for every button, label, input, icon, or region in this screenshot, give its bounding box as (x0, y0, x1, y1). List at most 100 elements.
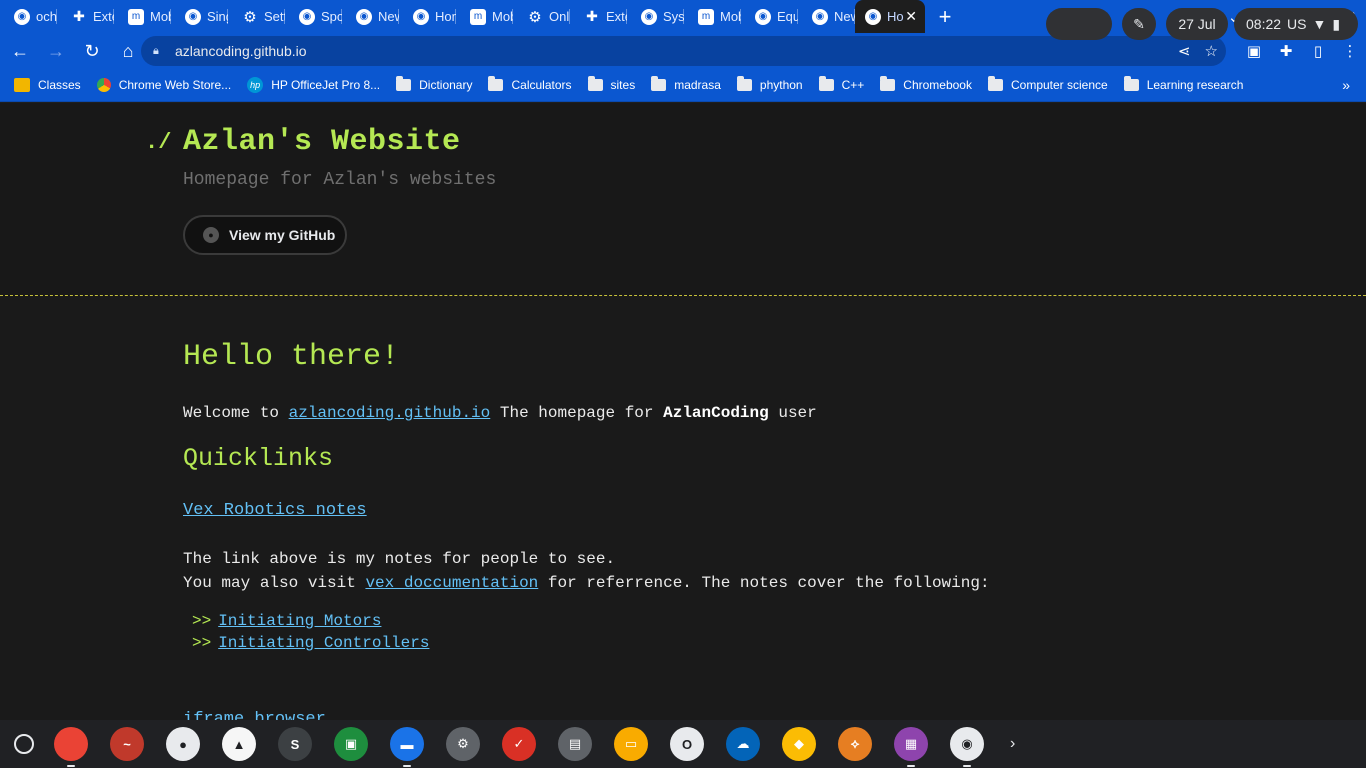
printer-app[interactable]: ▤ (558, 727, 592, 761)
tab[interactable]: ✚ Extensions (570, 0, 627, 33)
folder-icon (987, 76, 1003, 91)
url-text[interactable]: azlancoding.github.io (175, 43, 307, 59)
menu-icon[interactable]: ⋮ (1334, 42, 1366, 60)
home-icon[interactable]: ⌂ (112, 35, 144, 67)
tab[interactable]: ◉ Equal (741, 0, 798, 33)
vex-notes-link[interactable]: Vex Robotics notes (183, 501, 367, 520)
bookmark-item[interactable]: Chromebook (880, 76, 972, 92)
bookmark-item[interactable]: Chrome Web Store... (96, 78, 231, 92)
tab[interactable]: m Mobile (456, 0, 513, 33)
site-icon: ◉ (299, 8, 315, 25)
notes-topic-link[interactable]: Initiating Motors (218, 612, 381, 630)
share-icon[interactable]: ⋖ (1178, 42, 1191, 60)
reload-icon[interactable]: ↻ (76, 35, 108, 67)
folder-icon (587, 76, 603, 91)
tab-label: Settings (264, 9, 285, 24)
bookmark-item[interactable]: Dictionary (396, 76, 473, 92)
chrome-app[interactable] (54, 727, 88, 767)
slides-app[interactable]: ▭ (614, 727, 648, 761)
tab[interactable]: ⚙ Settings (228, 0, 285, 33)
settings-app[interactable]: ⚙ (446, 727, 480, 761)
site-icon: ◉ (185, 8, 201, 25)
bookmark-item[interactable]: madrasa (651, 76, 721, 92)
battery-icon: ▮ (1332, 15, 1341, 32)
tab-label: Extensions (606, 9, 627, 24)
site-icon: ◉ (865, 8, 881, 25)
date-text: 27 Jul (1178, 16, 1216, 32)
bookmark-item[interactable]: Classes (14, 78, 81, 92)
drive-app[interactable]: ▲ (222, 727, 256, 761)
twitch-extension-icon[interactable]: ▣ (1238, 42, 1270, 60)
tab-active[interactable]: ◉ Ho ✕ (855, 0, 925, 33)
tab-label: Ho (887, 9, 904, 24)
tab[interactable]: ◉ System (627, 0, 684, 33)
bookmark-label: phython (759, 78, 803, 92)
shelf-overflow-icon[interactable]: › (1010, 735, 1015, 753)
tab-strip: ◉ och15 ✚ Extensions m Mobile ◉ Singapore ⚙ Setti… (0, 0, 1366, 33)
office-app[interactable]: O (670, 727, 704, 761)
tab[interactable]: m Mobile (114, 0, 171, 33)
bookmark-item[interactable]: phython (736, 76, 803, 92)
forward-icon[interactable]: → (40, 35, 72, 67)
chrome-icon: ◉ (356, 8, 372, 25)
twitch-icon: m (698, 8, 714, 25)
linux-app[interactable]: ~ (110, 727, 144, 761)
tab[interactable]: ◉ Sports (285, 0, 342, 33)
network-app[interactable]: ⟡ (838, 727, 872, 761)
github-app[interactable]: ◉ (950, 727, 984, 767)
view-github-button[interactable]: ● View my GitHub (183, 215, 347, 255)
address-bar[interactable]: 🔒︎ azlancoding.github.io ⋖ ☆ (141, 36, 1226, 66)
files-app[interactable]: ▬ (390, 727, 424, 767)
folder-icon (488, 76, 504, 91)
tab[interactable]: ✚ Extensions (57, 0, 114, 33)
lock-icon[interactable]: 🔒︎ (153, 45, 165, 58)
close-icon[interactable]: ✕ (905, 8, 917, 25)
back-icon[interactable]: ← (4, 35, 36, 67)
tab[interactable]: ◉ och15 (0, 0, 57, 33)
vex-documentation-link[interactable]: vex doccumentation (365, 574, 538, 592)
tab[interactable]: ⚙ Online (513, 0, 570, 33)
onedrive-app[interactable]: ☁ (726, 727, 760, 761)
bookmark-item[interactable]: Calculators (488, 76, 572, 92)
stylus-icon[interactable]: ✎ (1122, 8, 1156, 40)
tote-button[interactable] (1046, 8, 1112, 40)
notes-topic-link[interactable]: Initiating Controllers (218, 634, 429, 652)
s-app[interactable]: S (278, 727, 312, 761)
keep-app[interactable]: ◆ (782, 727, 816, 761)
tab[interactable]: ◉ New Tab (342, 0, 399, 33)
status-tray[interactable]: 08:22 US ▼ ▮ (1234, 8, 1358, 40)
new-tab-button[interactable]: + (925, 0, 965, 33)
camera-app[interactable]: ● (166, 727, 200, 761)
view-github-label: View my GitHub (229, 227, 336, 243)
bookmark-item[interactable]: sites (587, 76, 635, 92)
tab[interactable]: ◉ Home (399, 0, 456, 33)
tab[interactable]: ◉ New Tab (798, 0, 855, 33)
tab-label: Mobile (720, 9, 741, 24)
bookmark-item[interactable]: hp HP OfficeJet Pro 8... (247, 77, 380, 93)
chrome-icon: ◉ (812, 8, 828, 25)
side-panel-icon[interactable]: ▯ (1302, 42, 1334, 60)
bullet-marker: >> (192, 612, 212, 630)
tab[interactable]: m Mobile (684, 0, 741, 33)
todoist-app[interactable]: ✓ (502, 727, 536, 761)
iframe-browser-link[interactable]: iframe browser (183, 710, 326, 720)
site-link[interactable]: azlancoding.github.io (289, 404, 491, 422)
classroom-app[interactable]: ▣ (334, 727, 368, 761)
browser-toolbar: ← → ↻ ⌂ 🔒︎ azlancoding.github.io ⋖ ☆ ▣ ✚… (0, 33, 1366, 69)
launcher-button[interactable] (14, 734, 34, 754)
bookmark-label: Dictionary (419, 78, 473, 92)
bookmark-star-icon[interactable]: ☆ (1205, 42, 1218, 60)
tab[interactable]: ◉ Singapore (171, 0, 228, 33)
bookmark-item[interactable]: Learning research (1123, 76, 1244, 92)
tab-label: System (663, 9, 684, 24)
bookmark-item[interactable]: C++ (818, 76, 864, 92)
game-app[interactable]: ▦ (894, 727, 928, 767)
bookmark-label: Learning research (1146, 78, 1244, 92)
folder-icon (818, 76, 834, 91)
bookmarks-more-icon[interactable]: » (1342, 77, 1350, 93)
welcome-suffix: user (778, 404, 817, 422)
date-pill[interactable]: 27 Jul (1166, 8, 1228, 40)
puzzle-icon[interactable]: ✚ (1270, 42, 1302, 60)
bookmark-item[interactable]: Computer science (987, 76, 1108, 92)
tab-label: Mobile (492, 9, 513, 24)
